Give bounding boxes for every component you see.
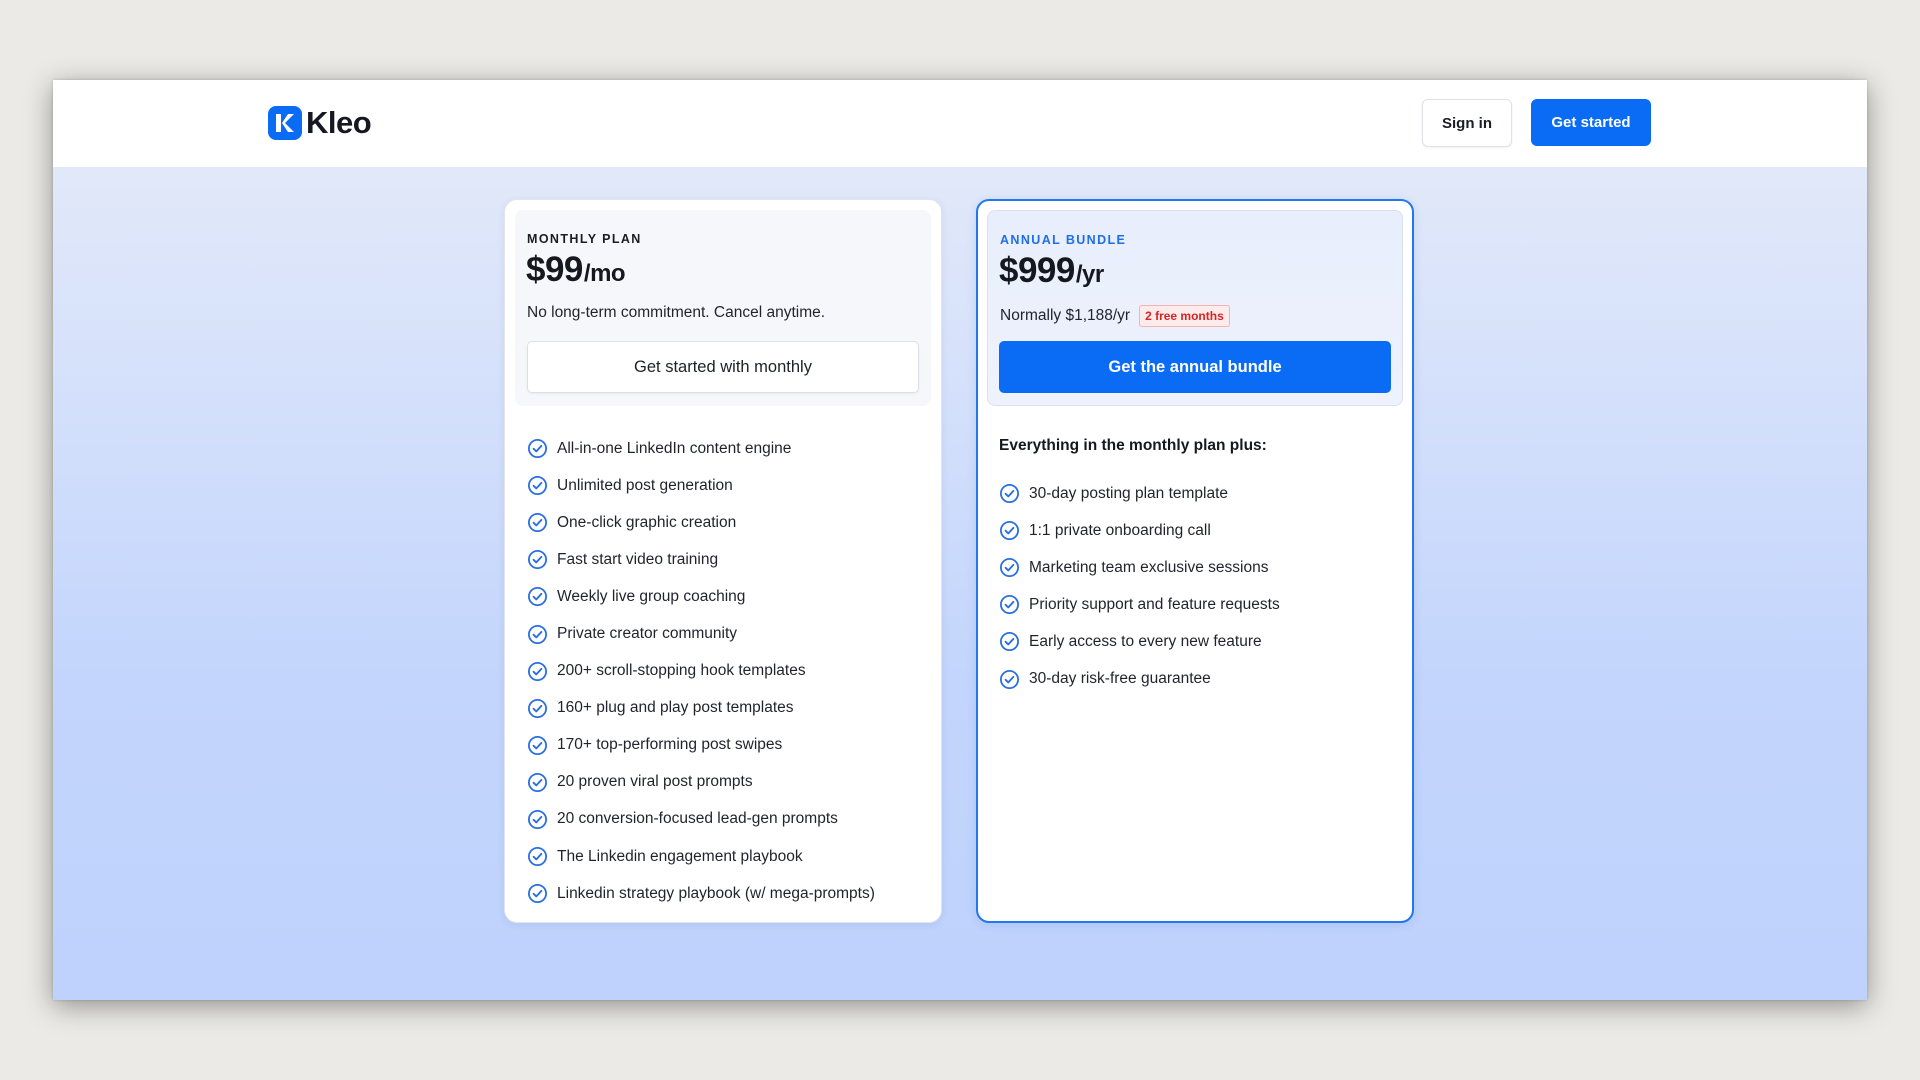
feature-text: Priority support and feature requests bbox=[1029, 595, 1280, 613]
feature-item: Unlimited post generation bbox=[527, 467, 875, 504]
feature-text: 200+ scroll-stopping hook templates bbox=[557, 662, 806, 680]
feature-text: 170+ top-performing post swipes bbox=[557, 736, 783, 754]
browser-window: Kleo Sign in Get started MONTHLY PLAN $9… bbox=[53, 80, 1867, 1000]
feature-item: 1:1 private onboarding call bbox=[999, 512, 1280, 549]
monthly-plan-header: MONTHLY PLAN $99/mo No long-term commitm… bbox=[515, 210, 931, 406]
feature-item: 30-day posting plan template bbox=[999, 475, 1280, 512]
price-unit: /yr bbox=[1075, 261, 1104, 288]
feature-item: Weekly live group coaching bbox=[527, 578, 875, 615]
feature-item: Private creator community bbox=[527, 615, 875, 652]
check-circle-icon bbox=[527, 847, 548, 867]
feature-text: One-click graphic creation bbox=[557, 513, 737, 531]
monthly-feature-list: All-in-one LinkedIn content engine Unlimi… bbox=[527, 430, 875, 912]
plus-heading: Everything in the monthly plan plus: bbox=[999, 437, 1267, 454]
feature-item: One-click graphic creation bbox=[527, 504, 875, 541]
normal-price-text: Normally $1,188/yr bbox=[1000, 307, 1131, 324]
plan-label: MONTHLY PLAN bbox=[527, 232, 642, 246]
feature-item: Marketing team exclusive sessions bbox=[999, 549, 1280, 586]
feature-text: 20 conversion-focused lead-gen prompts bbox=[557, 810, 838, 828]
check-circle-icon bbox=[527, 772, 548, 792]
get-annual-bundle-button[interactable]: Get the annual bundle bbox=[999, 341, 1391, 393]
feature-text: 30-day posting plan template bbox=[1029, 484, 1229, 502]
brand-name: Kleo bbox=[306, 105, 372, 140]
feature-text: Private creator community bbox=[557, 625, 738, 643]
plan-subtitle: Normally $1,188/yr 2 free months bbox=[1000, 305, 1230, 327]
check-circle-icon bbox=[999, 558, 1020, 578]
feature-item: 20 proven viral post prompts bbox=[527, 764, 875, 801]
feature-item: Fast start video training bbox=[527, 541, 875, 578]
feature-text: Linkedin strategy playbook (w/ mega-prom… bbox=[557, 884, 875, 902]
feature-item: Priority support and feature requests bbox=[999, 586, 1280, 623]
plan-price: $99/mo bbox=[526, 250, 626, 290]
feature-text: 160+ plug and play post templates bbox=[557, 699, 794, 717]
feature-text: 30-day risk-free guarantee bbox=[1029, 670, 1211, 688]
feature-item: All-in-one LinkedIn content engine bbox=[527, 430, 875, 467]
feature-text: Marketing team exclusive sessions bbox=[1029, 558, 1269, 576]
check-circle-icon bbox=[527, 735, 548, 755]
annual-bundle-card: ANNUAL BUNDLE $999/yr Normally $1,188/yr… bbox=[976, 199, 1414, 923]
check-circle-icon bbox=[527, 587, 548, 607]
feature-text: Unlimited post generation bbox=[557, 476, 733, 494]
sign-in-button[interactable]: Sign in bbox=[1422, 99, 1512, 147]
check-circle-icon bbox=[999, 632, 1020, 652]
feature-item: The Linkedin engagement playbook bbox=[527, 838, 875, 875]
check-circle-icon bbox=[999, 484, 1020, 504]
check-circle-icon bbox=[999, 669, 1020, 689]
feature-text: Weekly live group coaching bbox=[557, 587, 746, 605]
check-circle-icon bbox=[527, 513, 548, 533]
feature-item: 30-day risk-free guarantee bbox=[999, 660, 1280, 697]
check-circle-icon bbox=[527, 624, 548, 644]
check-circle-icon bbox=[527, 661, 548, 681]
price-unit: /mo bbox=[583, 260, 626, 287]
kleo-logo-icon bbox=[268, 106, 302, 140]
price-amount: $99 bbox=[526, 250, 583, 289]
check-circle-icon bbox=[527, 809, 548, 829]
plan-subtitle-text: No long-term commitment. Cancel anytime. bbox=[527, 304, 826, 321]
monthly-plan-card: MONTHLY PLAN $99/mo No long-term commitm… bbox=[504, 199, 942, 923]
plan-price: $999/yr bbox=[999, 251, 1104, 291]
feature-item: 20 conversion-focused lead-gen prompts bbox=[527, 801, 875, 838]
feature-text: Fast start video training bbox=[557, 550, 719, 568]
check-circle-icon bbox=[527, 884, 548, 904]
feature-item: 170+ top-performing post swipes bbox=[527, 727, 875, 764]
get-started-button[interactable]: Get started bbox=[1531, 99, 1651, 146]
check-circle-icon bbox=[527, 439, 548, 459]
plan-subtitle: No long-term commitment. Cancel anytime. bbox=[527, 304, 825, 322]
get-started-monthly-button[interactable]: Get started with monthly bbox=[527, 341, 919, 393]
price-amount: $999 bbox=[999, 251, 1075, 290]
feature-text: All-in-one LinkedIn content engine bbox=[557, 439, 792, 457]
check-circle-icon bbox=[527, 698, 548, 718]
brand-logo[interactable]: Kleo bbox=[268, 105, 372, 141]
free-months-badge: 2 free months bbox=[1139, 305, 1230, 327]
plan-label: ANNUAL BUNDLE bbox=[1000, 233, 1127, 247]
feature-item: Linkedin strategy playbook (w/ mega-prom… bbox=[527, 875, 875, 912]
feature-text: Early access to every new feature bbox=[1029, 632, 1262, 650]
annual-feature-list: 30-day posting plan template 1:1 private … bbox=[999, 475, 1280, 698]
check-circle-icon bbox=[999, 521, 1020, 541]
check-circle-icon bbox=[527, 550, 548, 570]
feature-text: The Linkedin engagement playbook bbox=[557, 847, 803, 865]
feature-text: 20 proven viral post prompts bbox=[557, 773, 753, 791]
top-navigation-bar: Kleo Sign in Get started bbox=[53, 80, 1867, 167]
check-circle-icon bbox=[999, 595, 1020, 615]
feature-item: 200+ scroll-stopping hook templates bbox=[527, 653, 875, 690]
feature-item: 160+ plug and play post templates bbox=[527, 690, 875, 727]
feature-text: 1:1 private onboarding call bbox=[1029, 521, 1211, 539]
feature-item: Early access to every new feature bbox=[999, 623, 1280, 660]
check-circle-icon bbox=[527, 476, 548, 496]
annual-bundle-header: ANNUAL BUNDLE $999/yr Normally $1,188/yr… bbox=[987, 210, 1403, 406]
